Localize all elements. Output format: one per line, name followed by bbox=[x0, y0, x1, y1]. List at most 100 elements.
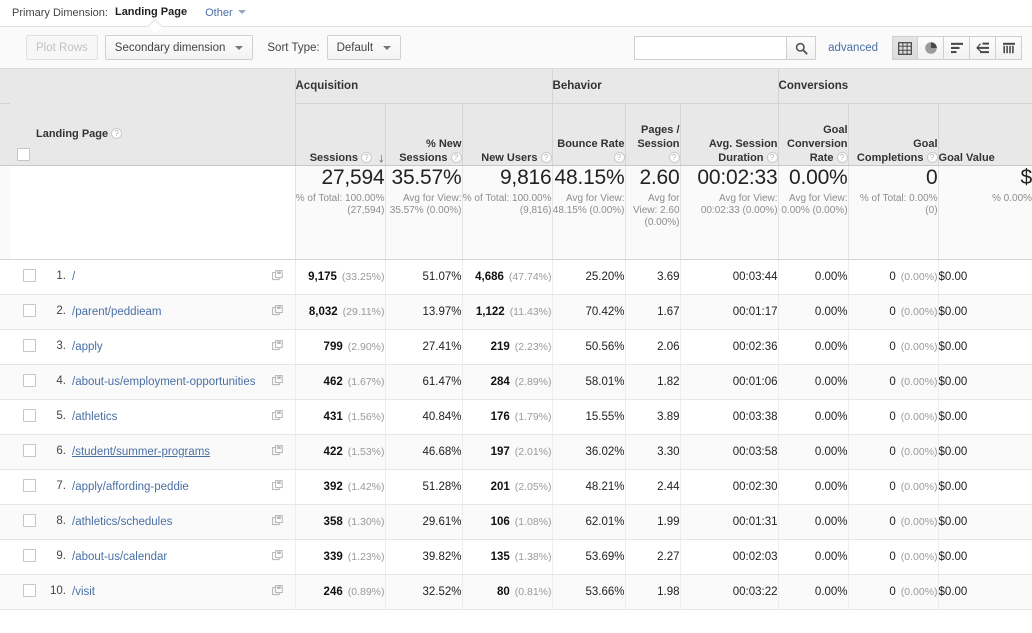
goal-value-cell: $0.00 bbox=[938, 329, 1032, 364]
table-row: 6./student/summer-programs422(1.53%)46.6… bbox=[0, 434, 1032, 469]
table-view-icon[interactable] bbox=[892, 36, 918, 60]
sessions-percent: (1.42%) bbox=[348, 481, 385, 493]
row-checkbox[interactable] bbox=[23, 409, 36, 422]
bar-chart-view-icon[interactable] bbox=[944, 36, 970, 60]
header-goal-conversion-rate[interactable]: Goal Conversion Rate? bbox=[778, 103, 848, 165]
help-icon[interactable]: ? bbox=[111, 128, 122, 139]
row-checkbox[interactable] bbox=[23, 584, 36, 597]
open-in-new-window-button[interactable] bbox=[272, 270, 283, 284]
landing-page-link[interactable]: /student/summer-programs bbox=[72, 445, 210, 459]
landing-page-link[interactable]: /visit bbox=[72, 585, 95, 599]
open-in-new-window-button[interactable] bbox=[272, 375, 283, 389]
open-in-new-window-button[interactable] bbox=[272, 585, 283, 599]
help-icon[interactable]: ? bbox=[451, 152, 462, 163]
sessions-cell: 462(1.67%) bbox=[295, 364, 385, 399]
performance-view-icon[interactable] bbox=[970, 36, 996, 60]
select-all-checkbox[interactable] bbox=[17, 148, 30, 161]
bounce-rate-value: 62.01% bbox=[586, 516, 625, 528]
bounce-rate-cell: 62.01% bbox=[552, 504, 625, 539]
sessions-value: 392 bbox=[324, 481, 343, 493]
toolbar-right-controls: advanced bbox=[634, 27, 1022, 69]
row-checkbox[interactable] bbox=[23, 444, 36, 457]
plot-rows-button[interactable]: Plot Rows bbox=[26, 35, 98, 60]
landing-page-link[interactable]: /athletics/schedules bbox=[72, 515, 172, 529]
primary-dimension-value[interactable]: Landing Page bbox=[115, 6, 187, 20]
open-in-new-window-button[interactable] bbox=[272, 340, 283, 354]
row-checkbox[interactable] bbox=[23, 514, 36, 527]
secondary-dimension-button[interactable]: Secondary dimension bbox=[105, 35, 254, 60]
goal-completions-percent: (0.00%) bbox=[901, 306, 938, 318]
row-checkbox[interactable] bbox=[23, 339, 36, 352]
open-in-new-window-button[interactable] bbox=[272, 445, 283, 459]
avg-duration-cell: 00:03:58 bbox=[680, 434, 778, 469]
goal-conversion-rate-cell: 0.00% bbox=[778, 329, 848, 364]
help-icon[interactable]: ? bbox=[361, 152, 372, 163]
summary-sessions-value: 27,594 bbox=[296, 166, 385, 190]
summary-new-sessions-pct: 35.57% Avg for View: 35.57% (0.00%) bbox=[385, 165, 462, 259]
bounce-rate-value: 36.02% bbox=[586, 446, 625, 458]
landing-page-link[interactable]: /parent/peddieam bbox=[72, 305, 162, 319]
help-icon[interactable]: ? bbox=[669, 152, 680, 163]
header-landing-page[interactable]: Landing Page? bbox=[36, 103, 295, 165]
table-row: 1./9,175(33.25%)51.07%4,686(47.74%)25.20… bbox=[0, 259, 1032, 294]
sessions-cell: 799(2.90%) bbox=[295, 329, 385, 364]
header-bounce-rate[interactable]: Bounce Rate? bbox=[552, 103, 625, 165]
header-avg-session-duration[interactable]: Avg. Session Duration? bbox=[680, 103, 778, 165]
pivot-view-icon[interactable] bbox=[996, 36, 1022, 60]
landing-page-cell: 1./ bbox=[36, 259, 295, 294]
new-users-percent: (2.89%) bbox=[515, 376, 552, 388]
goal-conversion-rate-cell: 0.00% bbox=[778, 259, 848, 294]
search-input[interactable] bbox=[634, 36, 786, 60]
header-new-users[interactable]: New Users? bbox=[462, 103, 552, 165]
header-sessions[interactable]: Sessions?↓ bbox=[295, 103, 385, 165]
landing-page-link[interactable]: /about-us/employment-opportunities bbox=[72, 375, 255, 389]
new-users-cell: 284(2.89%) bbox=[462, 364, 552, 399]
header-goal-completions[interactable]: Goal Completions? bbox=[848, 103, 938, 165]
bounce-rate-value: 53.66% bbox=[586, 586, 625, 598]
avg-duration-cell: 00:01:31 bbox=[680, 504, 778, 539]
row-index: 3. bbox=[46, 340, 72, 352]
row-gutter bbox=[0, 329, 10, 364]
help-icon[interactable]: ? bbox=[927, 152, 938, 163]
help-icon[interactable]: ? bbox=[767, 152, 778, 163]
summary-goal-value-value: $ bbox=[939, 166, 1032, 190]
landing-page-link[interactable]: /about-us/calendar bbox=[72, 550, 167, 564]
header-new-sessions-pct[interactable]: % New Sessions? bbox=[385, 103, 462, 165]
sessions-cell: 9,175(33.25%) bbox=[295, 259, 385, 294]
row-checkbox[interactable] bbox=[23, 304, 36, 317]
summary-new-sessions-pct-value: 35.57% bbox=[386, 166, 462, 190]
new-users-value: 106 bbox=[491, 516, 510, 528]
sort-descending-icon[interactable]: ↓ bbox=[378, 152, 385, 163]
landing-page-link[interactable]: /apply bbox=[72, 340, 103, 354]
goal-conversion-rate-cell: 0.00% bbox=[778, 504, 848, 539]
landing-page-link[interactable]: / bbox=[72, 270, 75, 284]
row-checkbox[interactable] bbox=[23, 374, 36, 387]
help-icon[interactable]: ? bbox=[837, 152, 848, 163]
search-button[interactable] bbox=[786, 36, 816, 60]
open-in-new-window-button[interactable] bbox=[272, 550, 283, 564]
summary-pages-session-sub: Avg for View: 2.60 (0.00%) bbox=[626, 193, 680, 229]
primary-dimension-other[interactable]: Other bbox=[205, 7, 246, 19]
column-group-header-row: Acquisition Behavior Conversions bbox=[0, 69, 1032, 103]
row-checkbox[interactable] bbox=[23, 549, 36, 562]
row-checkbox[interactable] bbox=[23, 479, 36, 492]
header-pages-session[interactable]: Pages / Session? bbox=[625, 103, 680, 165]
open-in-new-window-button[interactable] bbox=[272, 410, 283, 424]
advanced-link[interactable]: advanced bbox=[828, 42, 878, 54]
row-checkbox[interactable] bbox=[23, 269, 36, 282]
chevron-down-icon bbox=[235, 46, 243, 50]
header-goal-value[interactable]: Goal Value bbox=[938, 103, 1032, 165]
sort-type-button[interactable]: Default bbox=[327, 35, 401, 60]
goal-value-cell: $0.00 bbox=[938, 469, 1032, 504]
open-in-new-window-button[interactable] bbox=[272, 515, 283, 529]
help-icon[interactable]: ? bbox=[614, 152, 625, 163]
row-gutter bbox=[0, 504, 10, 539]
open-in-new-window-button[interactable] bbox=[272, 480, 283, 494]
open-in-new-window-button[interactable] bbox=[272, 305, 283, 319]
help-icon[interactable]: ? bbox=[541, 152, 552, 163]
goal-value-cell: $0.00 bbox=[938, 574, 1032, 609]
goal-conversion-rate-value: 0.00% bbox=[815, 411, 848, 423]
landing-page-link[interactable]: /apply/affording-peddie bbox=[72, 480, 189, 494]
pie-chart-view-icon[interactable] bbox=[918, 36, 944, 60]
landing-page-link[interactable]: /athletics bbox=[72, 410, 117, 424]
